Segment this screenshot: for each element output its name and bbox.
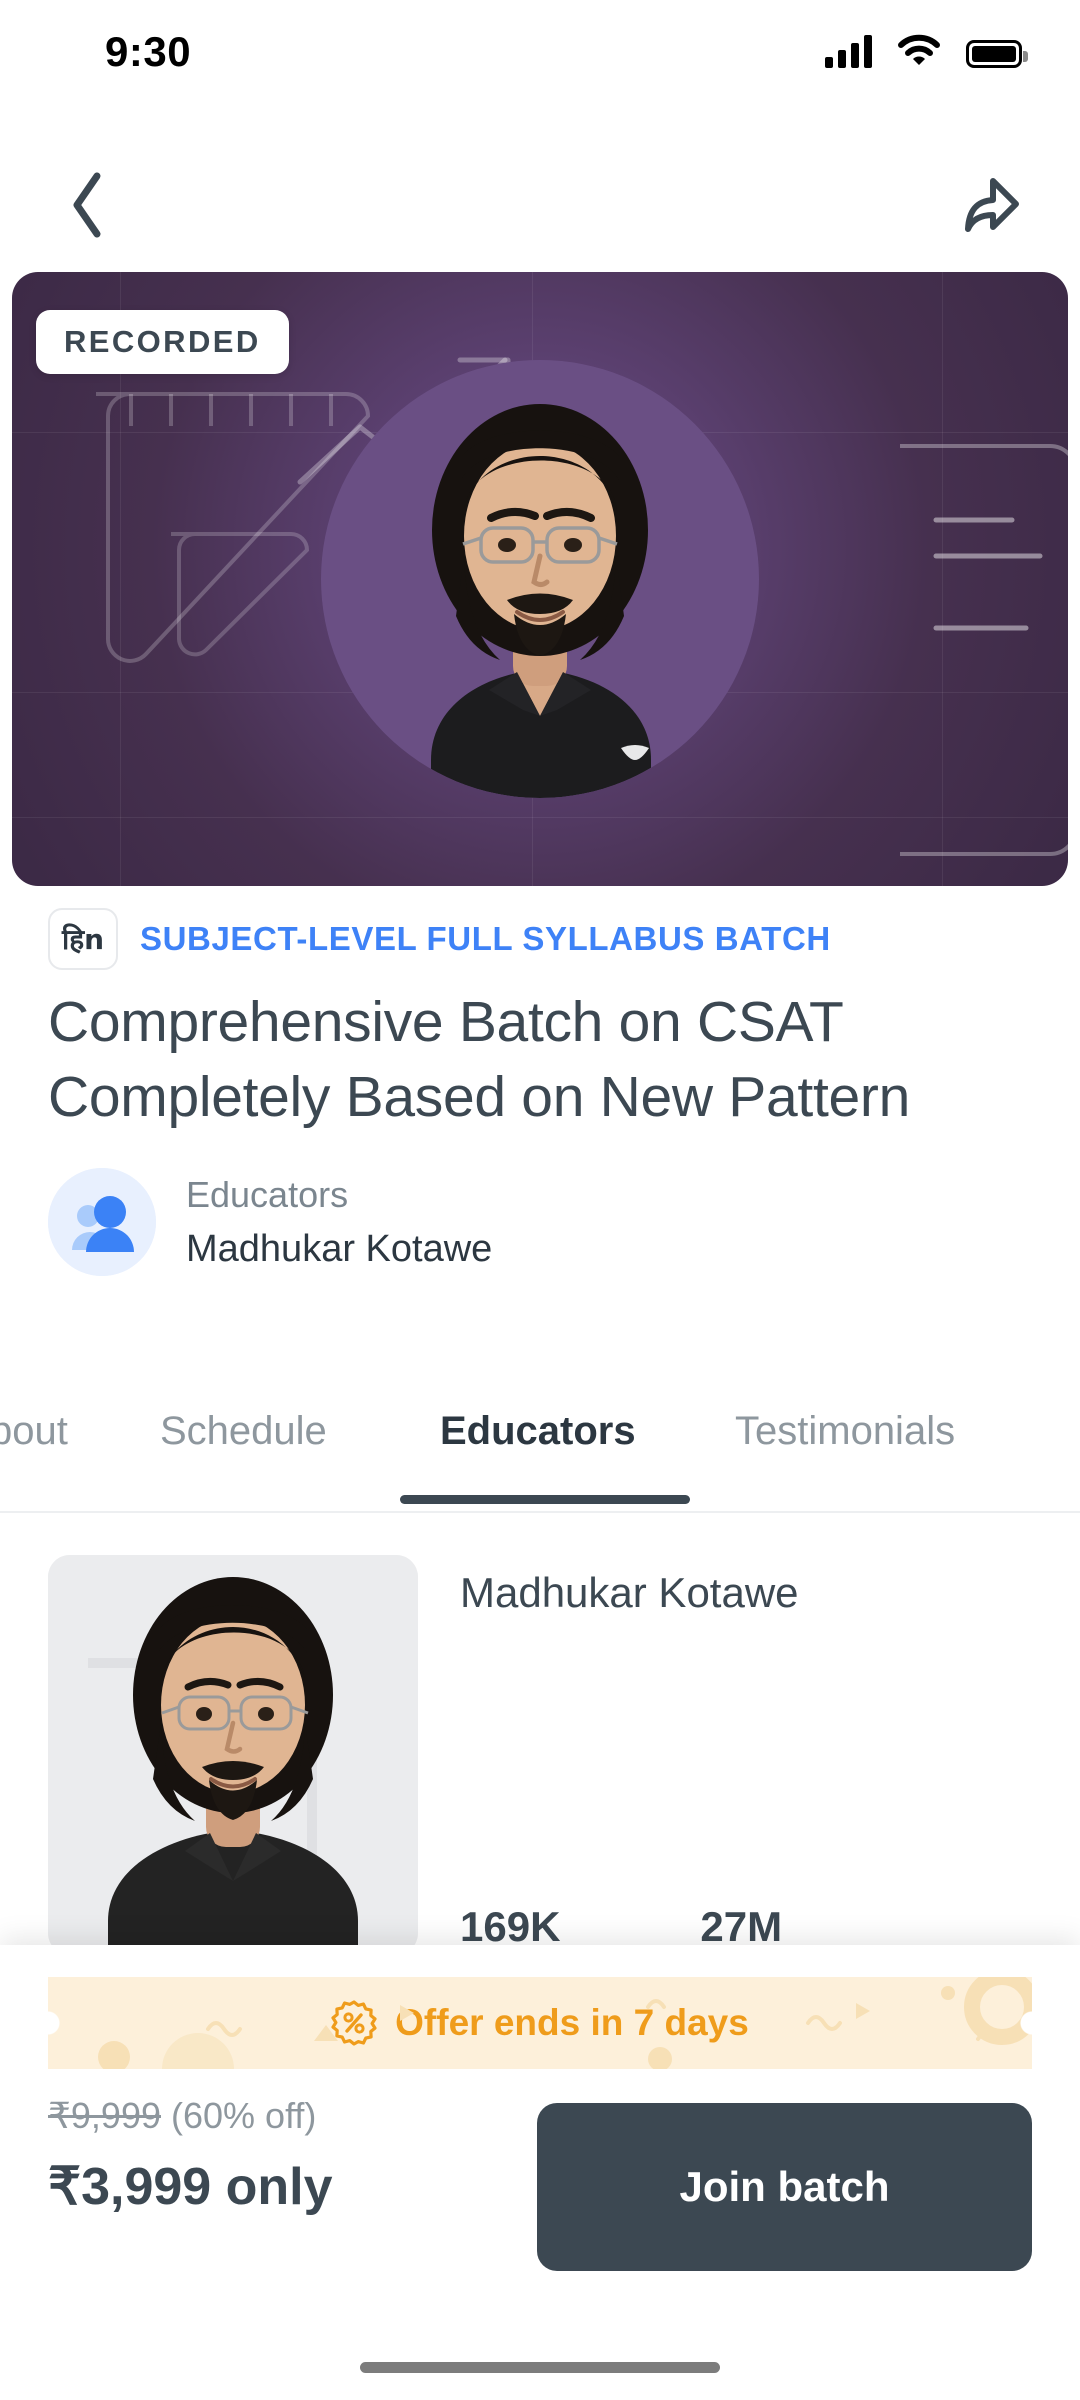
status-time: 9:30 bbox=[105, 28, 192, 75]
tab-testimonials[interactable]: Testimonials bbox=[735, 1409, 955, 1454]
stat-watch-minutes-value: 27M bbox=[700, 1903, 783, 1950]
back-chevron-icon[interactable] bbox=[48, 165, 128, 245]
battery-icon bbox=[966, 40, 1028, 68]
people-group-icon bbox=[48, 1168, 156, 1276]
stat-followers-value: 169K bbox=[460, 1903, 561, 1950]
home-indicator bbox=[360, 2362, 720, 2373]
offer-banner: Offer ends in 7 days bbox=[48, 1977, 1032, 2069]
share-arrow-icon[interactable] bbox=[952, 165, 1032, 245]
educators-summary-texts: Educators Madhukar Kotawe bbox=[186, 1174, 492, 1271]
wifi-icon bbox=[898, 34, 940, 68]
offer-text: Offer ends in 7 days bbox=[395, 2002, 749, 2043]
section-tabs: bout Schedule Educators Testimonials bbox=[0, 1385, 1080, 1513]
cellular-signal-icon bbox=[825, 34, 872, 68]
tab-about[interactable]: bout bbox=[0, 1409, 68, 1454]
tab-schedule[interactable]: Schedule bbox=[160, 1409, 327, 1454]
price-block: ₹9,999 (60% off) ₹3,999 only bbox=[48, 2095, 333, 2217]
active-tab-underline bbox=[400, 1495, 690, 1504]
status-bar: 9:30 bbox=[0, 0, 1080, 100]
app-screen: 9:30 RECORDED हिn SUBJECT-LEVEL FULL SYL… bbox=[0, 0, 1080, 2400]
hero-educator-avatar bbox=[321, 360, 759, 798]
educator-stats: 169K 27M bbox=[460, 1903, 782, 1951]
educator-photo bbox=[48, 1555, 418, 1955]
discount-percent: (60% off) bbox=[171, 2095, 317, 2136]
page-title: Comprehensive Batch on CSAT Completely B… bbox=[48, 990, 910, 1130]
tab-educators[interactable]: Educators bbox=[440, 1409, 636, 1454]
course-category-label: SUBJECT-LEVEL FULL SYLLABUS BATCH bbox=[140, 920, 831, 957]
educators-summary-row[interactable]: Educators Madhukar Kotawe bbox=[48, 1168, 492, 1276]
recorded-badge: RECORDED bbox=[36, 310, 289, 374]
original-price: ₹9,999 bbox=[48, 2095, 161, 2136]
educators-label: Educators bbox=[186, 1173, 349, 1215]
status-icons bbox=[825, 34, 1028, 68]
purchase-bottom-bar: Offer ends in 7 days ₹9,999 (60% off) ₹3… bbox=[0, 1945, 1080, 2400]
educator-name: Madhukar Kotawe bbox=[186, 1227, 493, 1270]
original-price-row: ₹9,999 (60% off) bbox=[48, 2095, 333, 2137]
course-meta-row: हिn SUBJECT-LEVEL FULL SYLLABUS BATCH bbox=[48, 908, 831, 970]
course-hero-banner[interactable]: RECORDED bbox=[12, 272, 1068, 886]
document-lines-decoration bbox=[900, 444, 1068, 856]
navigation-bar bbox=[0, 145, 1080, 265]
percent-badge-icon bbox=[331, 2000, 377, 2046]
educator-card-name: Madhukar Kotawe bbox=[460, 1569, 799, 1616]
current-price: ₹3,999 only bbox=[48, 2158, 333, 2216]
join-batch-button[interactable]: Join batch bbox=[537, 2103, 1032, 2271]
language-badge: हिn bbox=[48, 908, 118, 970]
